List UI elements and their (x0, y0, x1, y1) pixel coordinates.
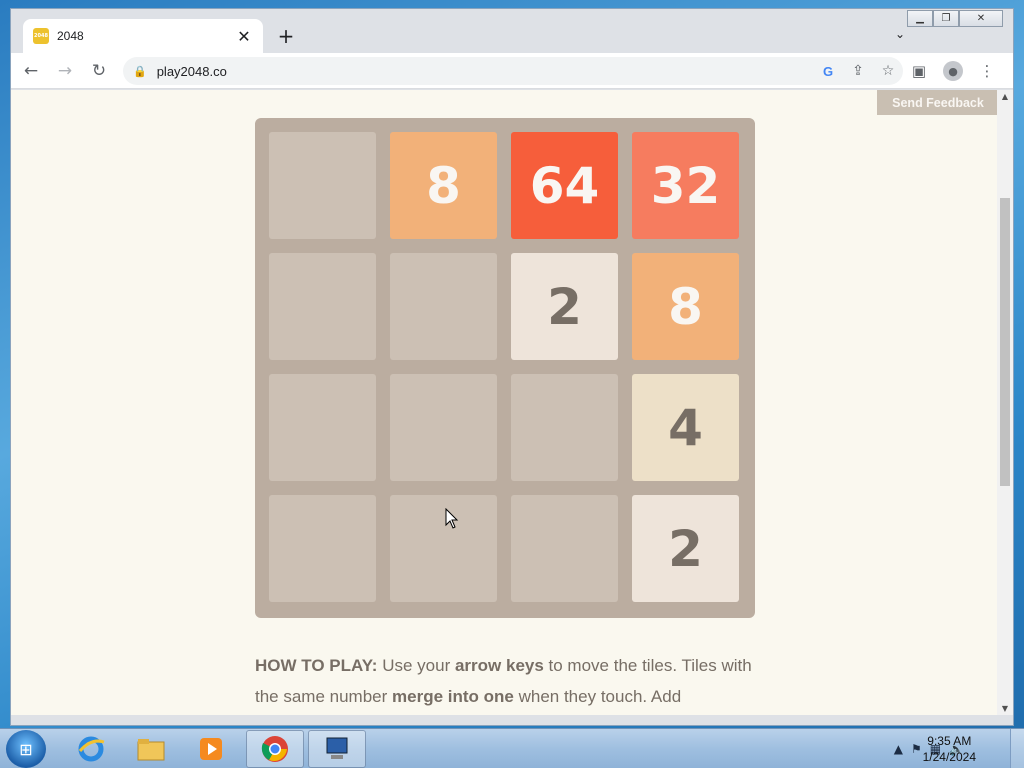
howto-text-1: Use your (377, 656, 455, 675)
start-button[interactable]: ⊞ (6, 730, 46, 768)
side-panel-icon[interactable]: ▣ (905, 57, 933, 85)
internet-explorer-icon[interactable] (62, 730, 120, 768)
empty-cell (269, 495, 376, 602)
profile-button[interactable]: ● (939, 57, 967, 85)
empty-cell (390, 495, 497, 602)
scroll-down-icon[interactable]: ▼ (997, 704, 1013, 713)
page-content: Send Feedback 8 64 32 2 8 4 2 HOW TO PLAY: Use… (11, 90, 999, 715)
clock-time: 9:35 AM (927, 734, 972, 748)
reload-button[interactable]: ↻ (85, 57, 113, 85)
tile-64: 64 (511, 132, 618, 239)
tab-2048[interactable]: 2048 2048 ✕ (23, 19, 263, 53)
browser-window: ▁ ❐ ✕ 2048 2048 ✕ + ⌄ ← → ↻ 🔒 play2048.c… (10, 8, 1014, 726)
new-tab-button[interactable]: + (275, 25, 297, 47)
empty-cell (511, 374, 618, 481)
tile-32: 32 (632, 132, 739, 239)
show-hidden-icons-icon[interactable]: ▲ (894, 742, 903, 756)
mouse-cursor-icon (445, 508, 459, 529)
send-feedback-button[interactable]: Send Feedback (877, 90, 999, 115)
empty-cell (511, 495, 618, 602)
tile-8: 8 (632, 253, 739, 360)
url-text[interactable]: play2048.co (157, 64, 813, 79)
taskbar: ⊞ ▲ ⚑ ▦ 🔈 9:35 AM 1/24/2024 (0, 728, 1024, 768)
chrome-taskbar-icon[interactable] (246, 730, 304, 768)
empty-cell (390, 253, 497, 360)
empty-cell (269, 132, 376, 239)
tab-title: 2048 (57, 29, 84, 43)
page-scrollbar[interactable]: ▲ ▼ (997, 90, 1013, 715)
empty-cell (269, 374, 376, 481)
browser-toolbar: ← → ↻ 🔒 play2048.co G ⇪ ☆ ▣ ● ⋮ (11, 53, 1013, 89)
clock-date: 1/24/2024 (922, 750, 976, 764)
forward-button[interactable]: → (51, 57, 79, 85)
tab-search-chevron-icon[interactable]: ⌄ (895, 27, 905, 41)
media-player-icon[interactable] (182, 730, 240, 768)
howto-bold-2: merge into one (392, 687, 514, 706)
howto-bold-1: arrow keys (454, 656, 544, 675)
clock[interactable]: 9:35 AM 1/24/2024 (923, 733, 976, 765)
tile-4: 4 (632, 374, 739, 481)
tab-close-icon[interactable]: ✕ (235, 27, 253, 46)
how-to-play-text: HOW TO PLAY: Use your arrow keys to move… (255, 650, 775, 712)
scroll-up-icon[interactable]: ▲ (997, 92, 1013, 101)
tile-2: 2 (511, 253, 618, 360)
address-bar[interactable]: 🔒 play2048.co G ⇪ ☆ (123, 57, 903, 85)
menu-kebab-icon[interactable]: ⋮ (973, 57, 1001, 85)
share-icon[interactable]: ⇪ (843, 63, 873, 79)
lock-icon[interactable]: 🔒 (133, 65, 147, 78)
google-lens-icon[interactable]: G (813, 64, 843, 79)
empty-cell (390, 374, 497, 481)
howto-text-3: when they touch. Add (513, 687, 682, 706)
scroll-thumb[interactable] (1000, 198, 1010, 486)
avatar-icon: ● (943, 61, 963, 81)
show-desktop-button[interactable] (1010, 729, 1024, 768)
game-board: 8 64 32 2 8 4 2 (255, 118, 755, 618)
back-button[interactable]: ← (17, 57, 45, 85)
toolbar-right: ▣ ● ⋮ (905, 57, 1001, 85)
file-explorer-icon[interactable] (122, 730, 180, 768)
empty-cell (269, 253, 376, 360)
tab-strip: 2048 2048 ✕ + ⌄ (11, 9, 1013, 53)
favicon-icon: 2048 (33, 28, 49, 44)
tile-2: 2 (632, 495, 739, 602)
tile-8: 8 (390, 132, 497, 239)
remote-desktop-icon[interactable] (308, 730, 366, 768)
howto-label: HOW TO PLAY: (255, 656, 378, 675)
bookmark-star-icon[interactable]: ☆ (873, 63, 903, 79)
action-center-icon[interactable]: ⚑ (911, 742, 922, 756)
